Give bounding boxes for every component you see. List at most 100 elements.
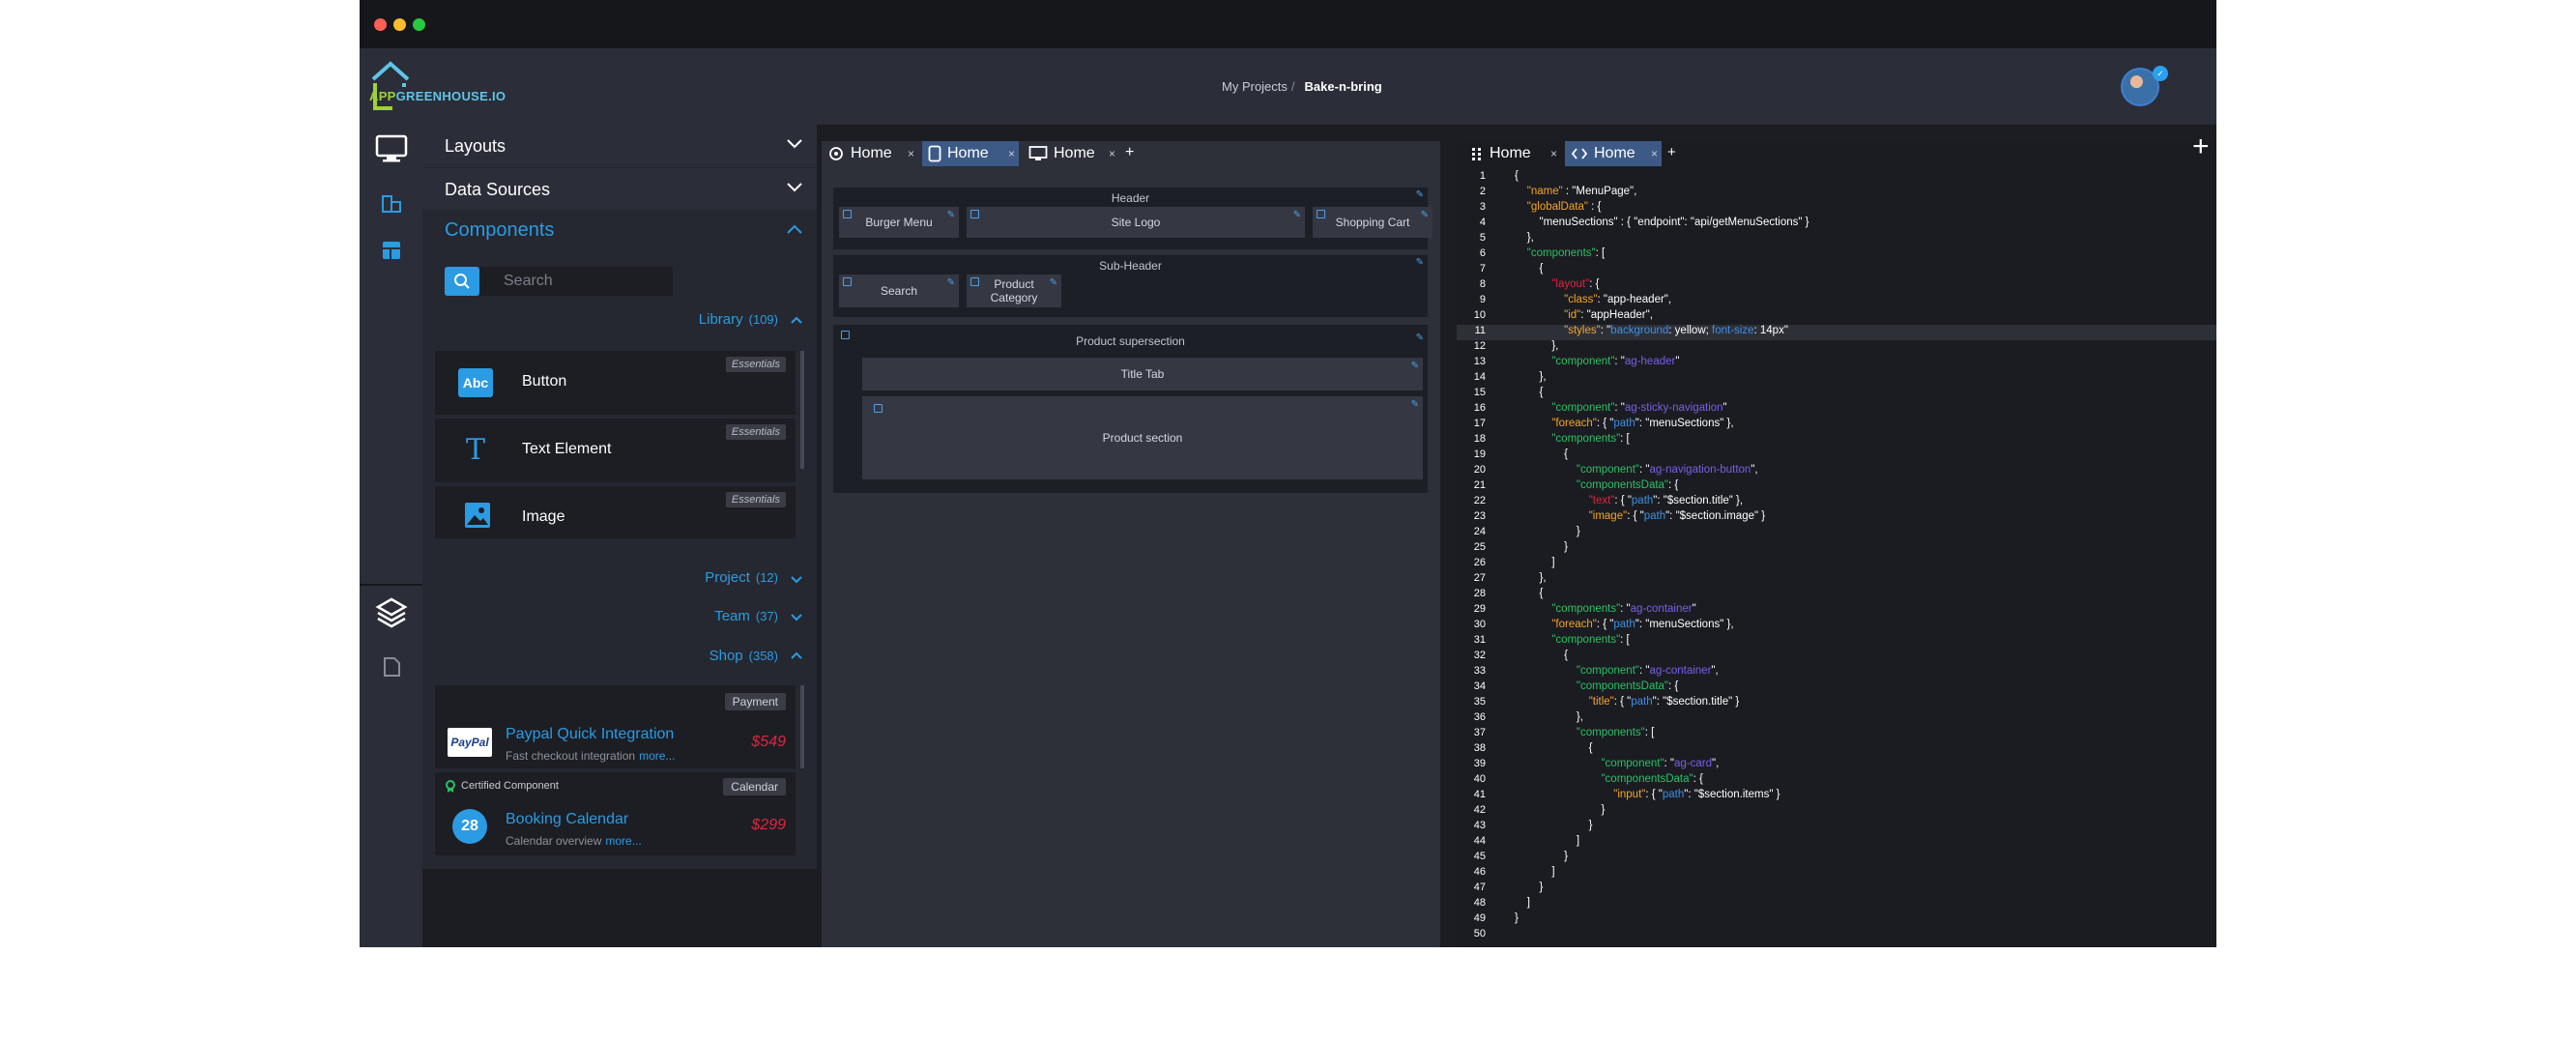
code-line[interactable]: 12 }, [1457, 340, 2216, 356]
code-line[interactable]: 15 { [1457, 387, 2216, 402]
code-line[interactable]: 22 "text": { "path": "$section.title" }, [1457, 495, 2216, 510]
chevron-up-icon[interactable] [790, 651, 803, 660]
close-tab-icon[interactable]: × [1550, 147, 1557, 160]
copy-icon[interactable] [970, 210, 979, 218]
code-line[interactable]: 17 "foreach": { "path": "menuSections" }… [1457, 418, 2216, 433]
edit-icon[interactable]: ✎ [947, 209, 955, 222]
product-section-box[interactable]: Product section ✎ [862, 396, 1423, 479]
code-line[interactable]: 18 "components": [ [1457, 433, 2216, 448]
edit-icon[interactable]: ✎ [1421, 209, 1429, 222]
shop-item-paypal[interactable]: Payment PayPal Paypal Quick Integration … [435, 685, 796, 768]
code-line[interactable]: 24 } [1457, 526, 2216, 541]
library-item-text-element[interactable]: T Text Element Essentials [435, 419, 796, 482]
header-section[interactable]: Header ✎ Burger Menu ✎ Site Logo ✎ Shoppin… [833, 188, 1433, 249]
code-line[interactable]: 14 }, [1457, 371, 2216, 387]
category-library[interactable]: Library (109) [699, 311, 778, 328]
code-line[interactable]: 30 "foreach": { "path": "menuSections" }… [1457, 619, 2216, 634]
notification-badge[interactable]: ✓ [2153, 66, 2168, 81]
app-logo[interactable]: APPGREENHOUSE.IO [369, 58, 514, 116]
code-tab-home-grid[interactable]: Home × [1464, 141, 1561, 166]
rail-pages[interactable] [360, 643, 422, 691]
rail-structure[interactable] [360, 181, 422, 229]
code-line[interactable]: 7 { [1457, 263, 2216, 278]
chevron-down-icon[interactable] [790, 613, 803, 622]
rail-layout[interactable] [360, 226, 422, 275]
code-line[interactable]: 25 } [1457, 541, 2216, 557]
code-tab-home-code[interactable]: Home × [1565, 141, 1662, 166]
chevron-down-icon[interactable] [790, 575, 803, 585]
category-project[interactable]: Project (12) [705, 569, 778, 586]
library-item-image[interactable]: Image Essentials [435, 486, 796, 538]
code-line[interactable]: 4 "menuSections" : { "endpoint": "api/ge… [1457, 217, 2216, 232]
code-line[interactable]: 50 [1457, 928, 2216, 943]
close-tab-icon[interactable]: × [1651, 147, 1658, 160]
code-line[interactable]: 33 "component": "ag-container", [1457, 665, 2216, 680]
code-line[interactable]: 27 }, [1457, 572, 2216, 588]
close-tab-icon[interactable]: × [1109, 147, 1115, 160]
copy-icon[interactable] [843, 210, 852, 218]
edit-icon[interactable]: ✎ [1411, 360, 1419, 373]
edit-icon[interactable]: ✎ [1416, 189, 1424, 200]
code-line[interactable]: 13 "component": "ag-header" [1457, 356, 2216, 371]
burger-menu-box[interactable]: Burger Menu ✎ [839, 207, 959, 238]
code-line[interactable]: 11 "styles": "background: yellow; font-s… [1457, 325, 2216, 340]
maximize-window-button[interactable] [413, 18, 425, 31]
tab-home-desktop[interactable]: Home × [1023, 141, 1119, 166]
code-line[interactable]: 3 "globalData" : { [1457, 201, 2216, 217]
code-line[interactable]: 46 ] [1457, 866, 2216, 882]
code-line[interactable]: 48 ] [1457, 897, 2216, 912]
code-line[interactable]: 8 "layout": { [1457, 278, 2216, 294]
code-line[interactable]: 19 { [1457, 448, 2216, 464]
close-tab-icon[interactable]: × [1008, 147, 1015, 160]
category-shop[interactable]: Shop (358) [709, 648, 778, 664]
title-tab-box[interactable]: Title Tab ✎ [862, 358, 1423, 390]
code-line[interactable]: 23 "image": { "path": "$section.image" } [1457, 510, 2216, 526]
subheader-section[interactable]: Sub-Header ✎ Search ✎ Product Category ✎ [833, 255, 1428, 317]
code-line[interactable]: 20 "component": "ag-navigation-button", [1457, 464, 2216, 479]
code-line[interactable]: 37 "components": [ [1457, 727, 2216, 742]
edit-icon[interactable]: ✎ [947, 276, 955, 290]
code-line[interactable]: 34 "componentsData": { [1457, 680, 2216, 696]
add-tab-button[interactable]: + [1125, 144, 1134, 161]
shop-item-booking-calendar[interactable]: Certified Component Calendar 28 Booking … [435, 772, 796, 855]
edit-icon[interactable]: ✎ [1411, 398, 1419, 412]
code-line[interactable]: 32 { [1457, 650, 2216, 665]
more-link[interactable]: more... [605, 834, 641, 848]
edit-icon[interactable]: ✎ [1416, 333, 1424, 343]
site-logo-box[interactable]: Site Logo ✎ [967, 207, 1305, 238]
code-line[interactable]: 31 "components": [ [1457, 634, 2216, 650]
close-tab-icon[interactable]: × [908, 147, 914, 160]
code-line[interactable]: 10 "id": "appHeader", [1457, 309, 2216, 325]
code-line[interactable]: 36 }, [1457, 711, 2216, 727]
code-line[interactable]: 41 "input": { "path": "$section.items" } [1457, 789, 2216, 804]
search-button[interactable] [445, 267, 479, 296]
library-scrollbar[interactable] [800, 351, 804, 469]
code-line[interactable]: 2 "name" : "MenuPage", [1457, 186, 2216, 201]
product-category-box[interactable]: Product Category ✎ [967, 275, 1061, 307]
code-line[interactable]: 39 "component": "ag-card", [1457, 758, 2216, 773]
breadcrumb-current[interactable]: Bake-n-bring [1305, 79, 1382, 94]
code-line[interactable]: 21 "componentsData": { [1457, 479, 2216, 495]
chevron-up-icon[interactable] [790, 315, 803, 325]
category-team[interactable]: Team (37) [714, 608, 778, 624]
tab-home-mobile[interactable]: Home × [922, 141, 1019, 166]
accordion-layouts[interactable]: Layouts [422, 125, 817, 167]
copy-icon[interactable] [874, 404, 883, 413]
accordion-data-sources[interactable]: Data Sources [422, 167, 817, 210]
code-line[interactable]: 45 } [1457, 851, 2216, 866]
shopping-cart-box[interactable]: Shopping Cart ✎ [1313, 207, 1433, 238]
edit-icon[interactable]: ✎ [1050, 276, 1057, 290]
code-line[interactable]: 28 { [1457, 588, 2216, 603]
product-supersection[interactable]: Product supersection ✎ Title Tab ✎ Produc… [833, 325, 1428, 493]
add-code-tab-button[interactable]: + [1667, 144, 1676, 160]
search-input[interactable]: Search [479, 267, 673, 296]
code-line[interactable]: 9 "class": "app-header", [1457, 294, 2216, 309]
minimize-window-button[interactable] [393, 18, 406, 31]
add-panel-button[interactable]: + [2192, 130, 2210, 163]
code-line[interactable]: 26 ] [1457, 557, 2216, 572]
copy-icon[interactable] [970, 277, 979, 286]
library-item-button[interactable]: Abc Button Essentials [435, 351, 796, 415]
close-window-button[interactable] [374, 18, 387, 31]
edit-icon[interactable]: ✎ [1416, 257, 1424, 268]
code-line[interactable]: 43 } [1457, 820, 2216, 835]
